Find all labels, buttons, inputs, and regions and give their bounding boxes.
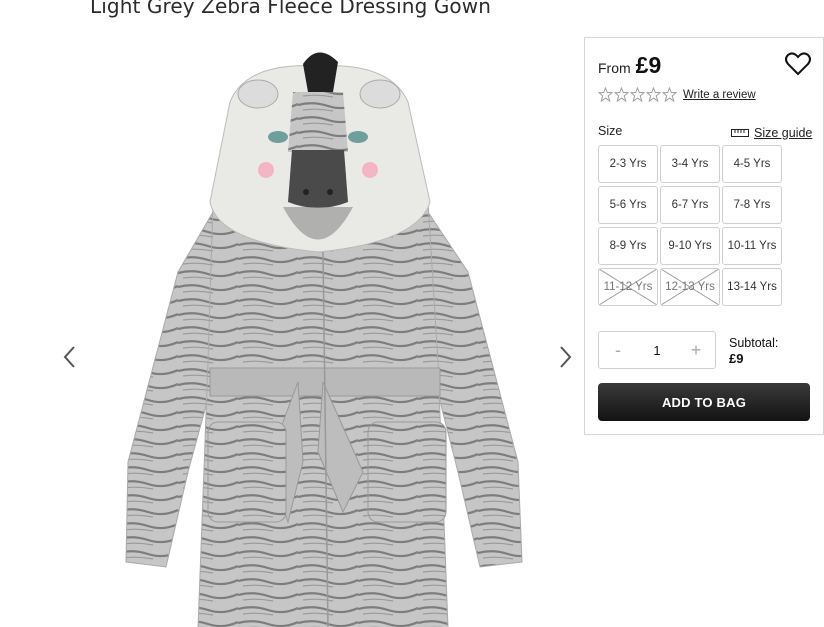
quantity-increase-button[interactable]: + [677,332,715,368]
size-option-button[interactable]: 4-5 Yrs [722,145,782,183]
size-option-label: 4-5 Yrs [733,158,771,170]
size-option-button[interactable]: 6-7 Yrs [660,186,720,224]
gallery-prev-button[interactable] [60,343,80,371]
size-option-button[interactable]: 10-11 Yrs [722,227,782,265]
size-option-label: 12-13 Yrs [665,281,715,293]
subtotal-value: £9 [729,351,744,366]
heart-icon [785,52,811,76]
chevron-left-icon [63,346,75,368]
quantity-decrease-button[interactable]: - [599,332,637,368]
size-guide-link[interactable]: Size guide [731,126,812,140]
size-option-button[interactable]: 13-14 Yrs [722,268,782,306]
gallery-next-button[interactable] [555,343,575,371]
subtotal: Subtotal: £9 [729,335,778,367]
size-option-label: 10-11 Yrs [727,240,777,252]
size-option-label: 9-10 Yrs [668,240,712,252]
product-gallery [0,28,584,627]
size-option-label: 2-3 Yrs [609,158,647,170]
size-option-label: 7-8 Yrs [733,199,771,211]
size-option-label: 5-6 Yrs [609,199,647,211]
star-empty-icon [614,87,629,102]
wishlist-button[interactable] [784,51,812,77]
quantity-input[interactable] [637,332,677,368]
rating: Write a review [598,87,756,102]
star-empty-icon [598,87,613,102]
size-option-button[interactable]: 9-10 Yrs [660,227,720,265]
size-option-button: 11-12 Yrs [598,268,658,306]
chevron-right-icon [560,346,572,368]
size-option-button[interactable]: 7-8 Yrs [722,186,782,224]
quantity-stepper: - + [598,331,716,369]
price: From £9 [598,52,661,79]
add-to-bag-button[interactable]: ADD TO BAG [598,383,810,421]
size-label: Size [598,124,623,138]
size-option-label: 6-7 Yrs [671,199,709,211]
star-empty-icon [630,87,645,102]
price-from-label: From [598,60,631,76]
size-option-label: 3-4 Yrs [671,158,709,170]
star-empty-icon [646,87,661,102]
size-option-button[interactable]: 3-4 Yrs [660,145,720,183]
size-option-label: 11-12 Yrs [603,281,653,293]
size-option-label: 8-9 Yrs [609,240,647,252]
size-option-button[interactable]: 8-9 Yrs [598,227,658,265]
price-value: £9 [635,52,662,78]
ruler-icon [731,129,749,137]
size-option-button[interactable]: 5-6 Yrs [598,186,658,224]
product-title: Light Grey Zebra Fleece Dressing Gown [90,0,491,18]
star-empty-icon [662,87,677,102]
write-review-link[interactable]: Write a review [683,89,756,101]
size-guide-label: Size guide [754,126,813,140]
subtotal-label: Subtotal: [729,336,779,350]
size-option-button[interactable]: 2-3 Yrs [598,145,658,183]
size-option-button: 12-13 Yrs [660,268,720,306]
size-option-label: 13-14 Yrs [727,281,777,293]
product-image [125,52,523,627]
purchase-panel: From £9 Write a review Size Size guide 2… [584,37,824,435]
